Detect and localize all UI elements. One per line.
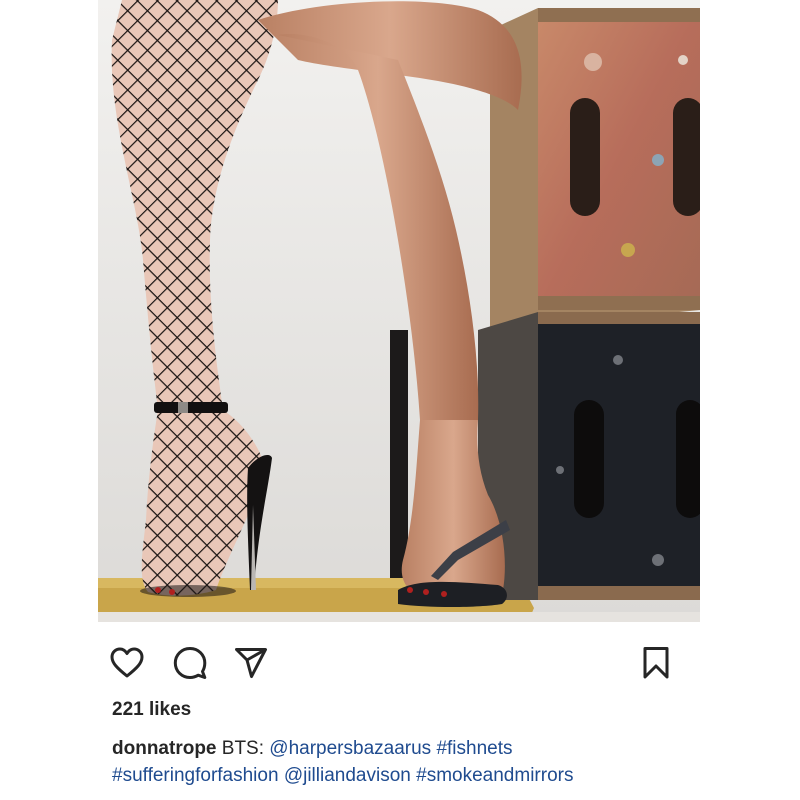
post-photo[interactable] — [98, 0, 700, 622]
heart-icon — [110, 647, 144, 678]
post: 221 likes donnatrope BTS: @harpersbazaar… — [98, 0, 700, 800]
bookmark-icon — [643, 647, 669, 679]
mention-link[interactable]: @harpersbazaarus — [269, 738, 431, 759]
bookmark-button[interactable] — [636, 643, 676, 683]
caption-text: BTS: — [221, 738, 265, 759]
hashtag-link[interactable]: #smokeandmirrors — [416, 765, 573, 786]
comment-button[interactable] — [170, 643, 210, 683]
instagram-post-screen: 221 likes donnatrope BTS: @harpersbazaar… — [0, 0, 800, 800]
photo-illustration — [98, 0, 700, 622]
caption: donnatrope BTS: @harpersbazaarus #fishne… — [112, 735, 702, 789]
comment-icon — [173, 647, 207, 679]
caption-username[interactable]: donnatrope — [112, 738, 217, 759]
caption-line-2: #sufferingforfashion @jilliandavison #sm… — [112, 762, 702, 789]
like-button[interactable] — [107, 643, 147, 683]
share-button[interactable] — [231, 643, 271, 683]
mention-link[interactable]: @jilliandavison — [284, 765, 411, 786]
hashtag-link[interactable]: #sufferingforfashion — [112, 765, 279, 786]
likes-count[interactable]: 221 likes — [112, 699, 191, 721]
caption-line-1: donnatrope BTS: @harpersbazaarus #fishne… — [112, 735, 702, 762]
hashtag-link[interactable]: #fishnets — [436, 738, 512, 759]
action-bar — [98, 643, 700, 683]
share-icon — [235, 648, 267, 678]
